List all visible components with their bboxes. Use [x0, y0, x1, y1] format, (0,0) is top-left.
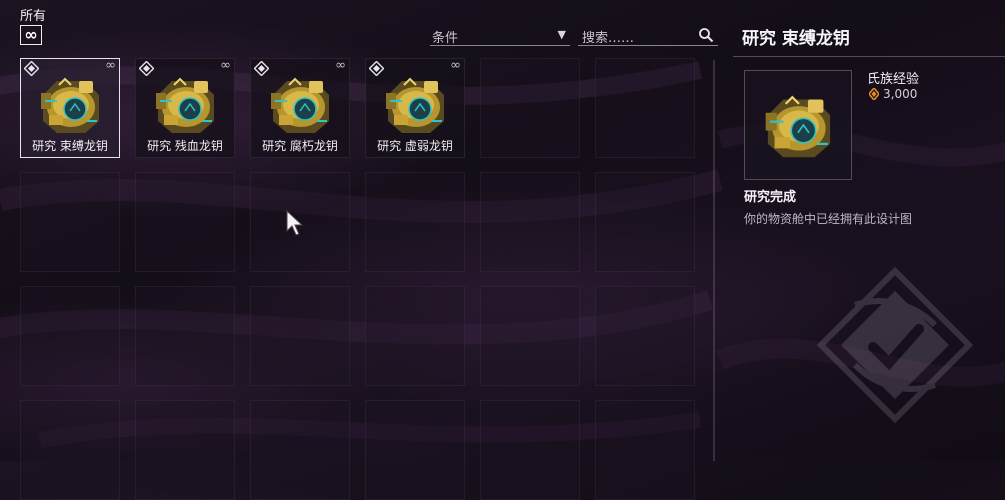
panel-divider — [713, 60, 715, 461]
dragon-key-icon — [764, 96, 832, 159]
condition-dropdown[interactable]: 条件 ▼ — [430, 26, 570, 46]
empty-slot — [595, 172, 695, 272]
blueprint-item-label: 研究 虚弱龙钥 — [377, 139, 453, 153]
empty-slot — [20, 400, 120, 500]
dragon-key-icon — [385, 78, 445, 134]
empty-slot — [365, 172, 465, 272]
blueprint-item-2[interactable]: ∞ 研究 残血龙钥 — [135, 58, 235, 158]
empty-slot — [595, 286, 695, 386]
blueprint-item-1[interactable]: ∞ 研究 束缚龙钥 — [20, 58, 120, 158]
empty-slot — [20, 286, 120, 386]
empty-slot — [480, 400, 580, 500]
infinity-icon: ∞ — [24, 25, 38, 44]
blueprint-item-4[interactable]: ∞ 研究 虚弱龙钥 — [365, 58, 465, 158]
blueprint-item-label: 研究 残血龙钥 — [147, 139, 223, 153]
empty-slot — [480, 286, 580, 386]
empty-slot — [365, 286, 465, 386]
infinity-filter-toggle[interactable]: ∞ — [20, 25, 42, 45]
empty-slot — [250, 286, 350, 386]
empty-slot — [595, 58, 695, 158]
chevron-down-icon: ▼ — [557, 28, 566, 41]
empty-slot — [480, 172, 580, 272]
condition-dropdown-value: 条件 — [432, 31, 459, 46]
blueprint-item-label: 研究 束缚龙钥 — [32, 139, 108, 153]
research-status-description: 你的物资舱中已经拥有此设计图 — [744, 212, 913, 226]
research-status-title: 研究完成 — [744, 190, 797, 205]
clan-emblem-icon — [816, 266, 974, 424]
detail-title: 研究 束缚龙钥 — [742, 29, 850, 49]
dragon-key-icon — [155, 78, 215, 134]
title-divider — [733, 56, 1005, 57]
search-input[interactable]: 搜索…… — [578, 26, 718, 46]
search-placeholder: 搜索…… — [582, 31, 635, 46]
empty-slot — [250, 400, 350, 500]
affinity-icon — [869, 88, 879, 100]
empty-slot — [20, 172, 120, 272]
empty-slot — [135, 286, 235, 386]
blueprint-item-label: 研究 腐朽龙钥 — [262, 139, 338, 153]
empty-slot — [365, 400, 465, 500]
dragon-key-icon — [270, 78, 330, 134]
affinity-label: 氏族经验 — [867, 72, 920, 87]
affinity-value: 3,000 — [883, 87, 918, 101]
search-icon[interactable] — [698, 27, 714, 43]
dragon-key-icon — [40, 78, 100, 134]
filter-category-label: 所有 — [20, 9, 47, 24]
detail-item-image — [744, 70, 852, 180]
mouse-cursor — [286, 210, 304, 236]
empty-slot — [480, 58, 580, 158]
blueprint-item-3[interactable]: ∞ 研究 腐朽龙钥 — [250, 58, 350, 158]
affinity-reward: 3,000 — [869, 87, 917, 101]
blueprint-grid: ∞ 研究 束缚龙钥 ∞ 研究 残血龙钥 ∞ 研究 腐朽龙钥 ∞ 研究 虚弱龙钥 — [20, 58, 695, 500]
empty-slot — [135, 400, 235, 500]
empty-slot — [595, 400, 695, 500]
empty-slot — [135, 172, 235, 272]
